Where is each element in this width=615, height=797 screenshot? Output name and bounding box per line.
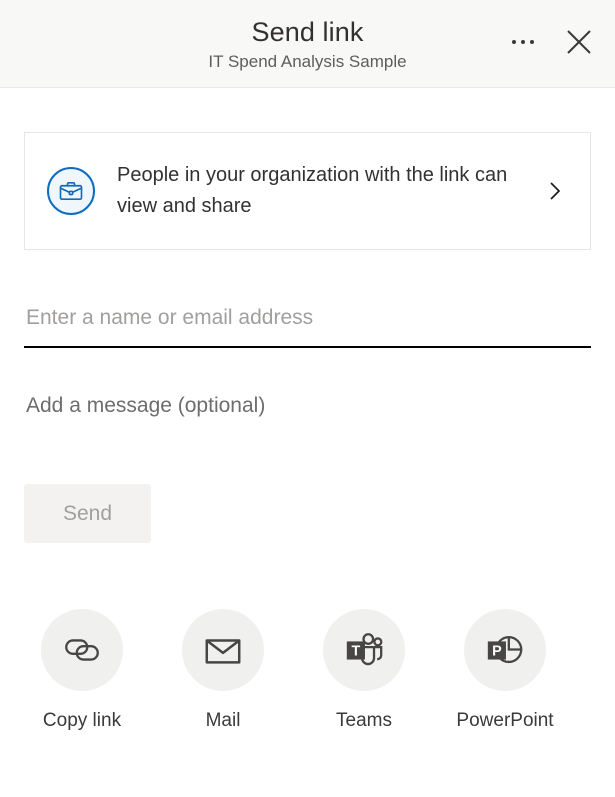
link-settings-label: People in your organization with the lin… bbox=[117, 164, 508, 217]
page-subtitle: IT Spend Analysis Sample bbox=[208, 51, 407, 71]
more-options-button[interactable] bbox=[501, 20, 545, 64]
share-target-mail[interactable]: Mail bbox=[182, 609, 264, 733]
message-field[interactable] bbox=[24, 384, 591, 428]
header-actions bbox=[501, 20, 601, 64]
teams-icon: T bbox=[323, 609, 405, 691]
link-settings-row[interactable]: People in your organization with the lin… bbox=[24, 132, 591, 250]
recipients-input[interactable] bbox=[24, 306, 591, 330]
page-title: Send link bbox=[251, 16, 364, 47]
recipients-field[interactable] bbox=[24, 290, 591, 348]
chevron-right-icon bbox=[545, 176, 565, 206]
share-target-label: Copy link bbox=[42, 710, 122, 731]
share-target-label: Mail bbox=[205, 710, 241, 731]
send-button[interactable]: Send bbox=[24, 484, 151, 543]
ellipsis-icon bbox=[512, 40, 534, 44]
share-target-label: PowerPoint bbox=[456, 710, 554, 731]
dialog-header: Send link IT Spend Analysis Sample bbox=[0, 0, 615, 88]
share-target-teams[interactable]: T Teams bbox=[323, 609, 405, 733]
send-row: Send bbox=[24, 484, 591, 543]
powerpoint-icon: P bbox=[464, 609, 546, 691]
close-icon bbox=[567, 30, 591, 54]
share-target-copy-link[interactable]: Copy link bbox=[41, 609, 123, 733]
close-button[interactable] bbox=[557, 20, 601, 64]
share-target-label: Teams bbox=[336, 710, 392, 731]
svg-text:P: P bbox=[492, 643, 502, 659]
mail-icon bbox=[182, 609, 264, 691]
link-icon bbox=[41, 609, 123, 691]
share-target-powerpoint[interactable]: P PowerPoint bbox=[456, 609, 554, 733]
message-input[interactable] bbox=[24, 394, 591, 418]
briefcase-icon bbox=[47, 167, 95, 215]
dialog-body: People in your organization with the lin… bbox=[0, 132, 615, 733]
svg-text:T: T bbox=[352, 643, 361, 659]
share-targets: Copy link Mail T Teams P PowerPoint bbox=[24, 609, 591, 733]
